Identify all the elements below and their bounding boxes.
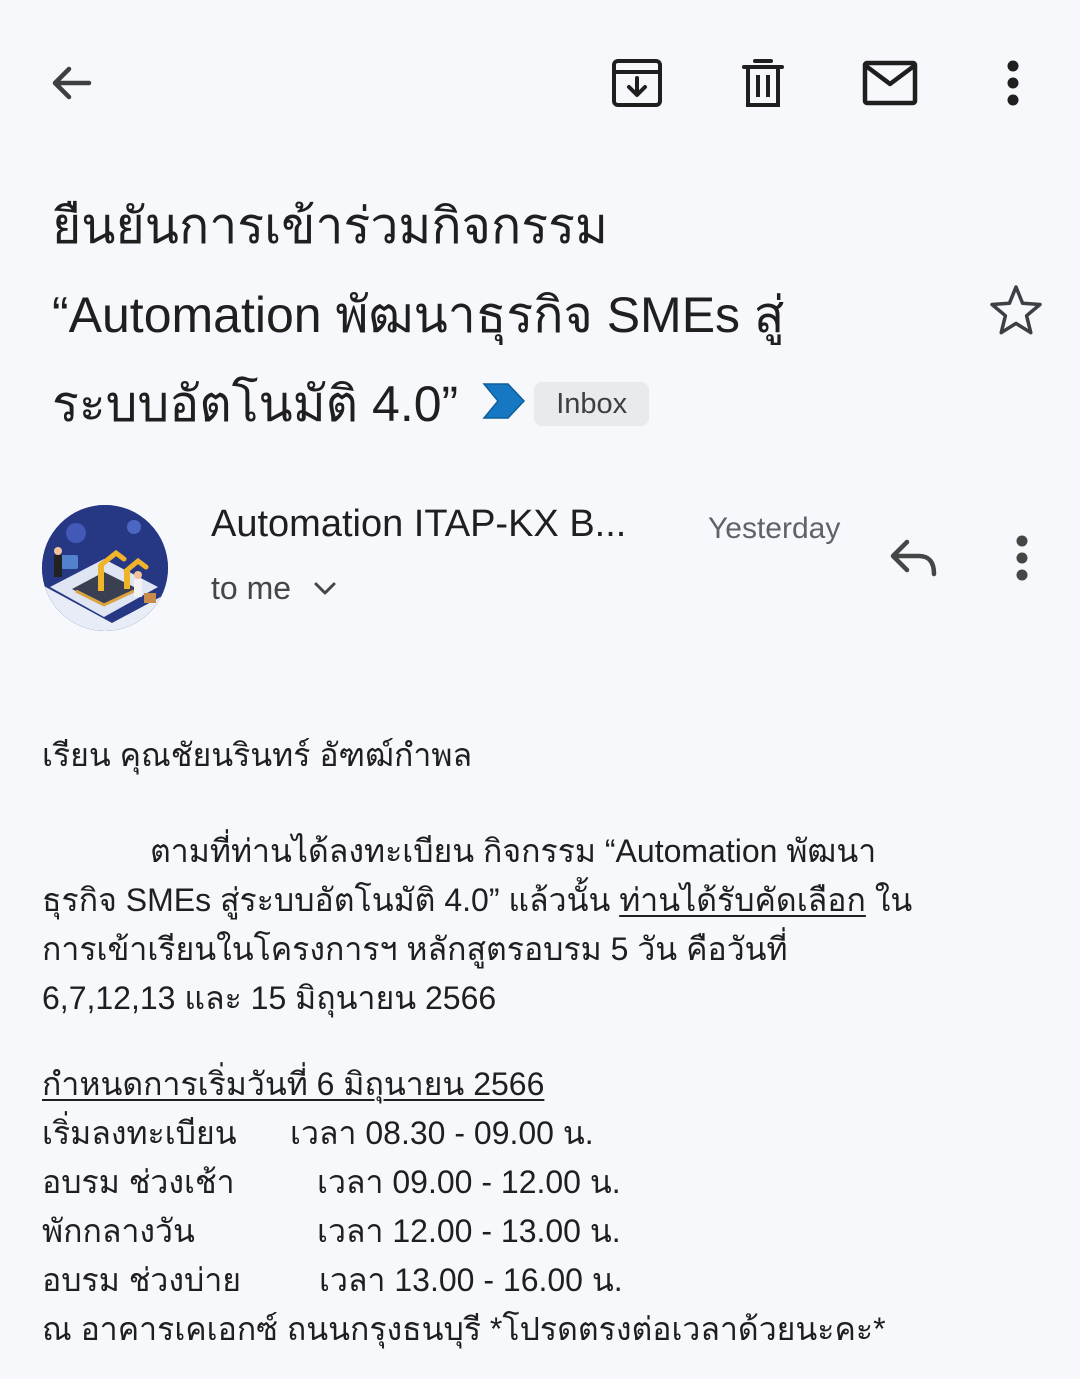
body-paragraph: ตามที่ท่านได้ลงทะเบียน กิจกรรม “Automati… <box>42 827 1052 1023</box>
more-vert-icon <box>1016 535 1028 581</box>
subject-line-3-text: ระบบอัตโนมัติ 4.0” <box>52 376 459 432</box>
trash-icon <box>742 59 784 107</box>
sender-name[interactable]: Automation ITAP-KX B... <box>211 503 626 546</box>
greeting-line: เรียน คุณชัยนรินทร์ อัฑฒ์กำพล <box>42 737 473 773</box>
sender-avatar[interactable] <box>42 505 168 631</box>
schedule-time: เวลา 08.30 - 09.00 น. <box>290 1115 594 1151</box>
paragraph-line-4: 6,7,12,13 และ 15 มิถุนายน 2566 <box>42 980 497 1016</box>
schedule-time: เวลา 12.00 - 13.00 น. <box>317 1213 621 1249</box>
star-icon <box>990 285 1042 335</box>
mail-icon <box>862 60 918 106</box>
subject-line-2: “Automation พัฒนาธุรกิจ SMEs สู่ <box>52 287 785 343</box>
recipient-details-toggle[interactable]: to me <box>211 570 337 607</box>
schedule-label: อบรม ช่วงบ่าย <box>42 1262 242 1298</box>
paragraph-line-3: การเข้าเรียนในโครงการฯ หลักสูตรอบรม 5 วั… <box>42 931 788 967</box>
archive-button[interactable] <box>604 50 670 116</box>
schedule-label: พักกลางวัน <box>42 1213 195 1249</box>
email-body: เรียน คุณชัยนรินทร์ อัฑฒ์กำพล ตามที่ท่าน… <box>42 735 1052 1023</box>
schedule-time: เวลา 13.00 - 16.00 น. <box>319 1262 623 1298</box>
more-options-button[interactable] <box>980 50 1046 116</box>
importance-marker-icon[interactable] <box>482 359 526 448</box>
email-subject: ยืนยันการเข้าร่วมกิจกรรม “Automation พัฒ… <box>52 182 952 449</box>
schedule-row: อบรม ช่วงเช้า เวลา 09.00 - 12.00 น. <box>42 1158 886 1207</box>
inbox-label-chip[interactable]: Inbox <box>534 381 650 426</box>
paragraph-line-1: ตามที่ท่านได้ลงทะเบียน กิจกรรม “Automati… <box>150 833 877 869</box>
back-button[interactable] <box>38 50 104 116</box>
subject-line-1: ยืนยันการเข้าร่วมกิจกรรม <box>52 198 608 254</box>
schedule-row: อบรม ช่วงบ่าย เวลา 13.00 - 16.00 น. <box>42 1256 886 1305</box>
chevron-down-icon <box>313 581 337 597</box>
reply-icon <box>890 539 937 577</box>
subject-line-3: ระบบอัตโนมัติ 4.0” Inbox <box>52 360 952 449</box>
paragraph-line-2: ธุรกิจ SMEs สู่ระบบอัตโนมัติ 4.0” แล้วนั… <box>42 876 1052 925</box>
more-vert-icon <box>1007 60 1019 106</box>
schedule-label: เริ่มลงทะเบียน <box>42 1115 237 1151</box>
selected-notice-link: ท่านได้รับคัดเลือก <box>619 882 866 918</box>
schedule-label: อบรม ช่วงเช้า <box>42 1164 235 1200</box>
reply-button[interactable] <box>880 528 946 588</box>
schedule-row: เริ่มลงทะเบียน เวลา 08.30 - 09.00 น. <box>42 1109 886 1158</box>
paragraph-line-2-end: ใน <box>865 882 913 918</box>
schedule-row: พักกลางวัน เวลา 12.00 - 13.00 น. <box>42 1207 886 1256</box>
schedule-title-text: กำหนดการเริ่มวันที่ 6 มิถุนายน 2566 <box>42 1066 545 1102</box>
location-line: ณ อาคารเคเอกซ์ ถนนกรุงธนบุรี *โปรดตรงต่อ… <box>42 1311 886 1347</box>
mark-unread-button[interactable] <box>857 50 923 116</box>
recipient-text: to me <box>211 570 292 606</box>
schedule-time: เวลา 09.00 - 12.00 น. <box>317 1164 621 1200</box>
paragraph-line-2-start: ธุรกิจ SMEs สู่ระบบอัตโนมัติ 4.0” แล้วนั… <box>42 882 620 918</box>
star-button[interactable] <box>988 283 1044 342</box>
delete-button[interactable] <box>730 50 796 116</box>
schedule-title: กำหนดการเริ่มวันที่ 6 มิถุนายน 2566 <box>42 1060 886 1109</box>
arrow-left-icon <box>52 66 92 100</box>
archive-icon <box>612 59 662 107</box>
email-date: Yesterday <box>708 512 841 545</box>
message-more-options-button[interactable] <box>996 528 1048 588</box>
factory-automation-illustration <box>42 505 168 631</box>
top-toolbar <box>0 0 1080 165</box>
schedule-section: กำหนดการเริ่มวันที่ 6 มิถุนายน 2566 เริ่… <box>42 1060 886 1354</box>
